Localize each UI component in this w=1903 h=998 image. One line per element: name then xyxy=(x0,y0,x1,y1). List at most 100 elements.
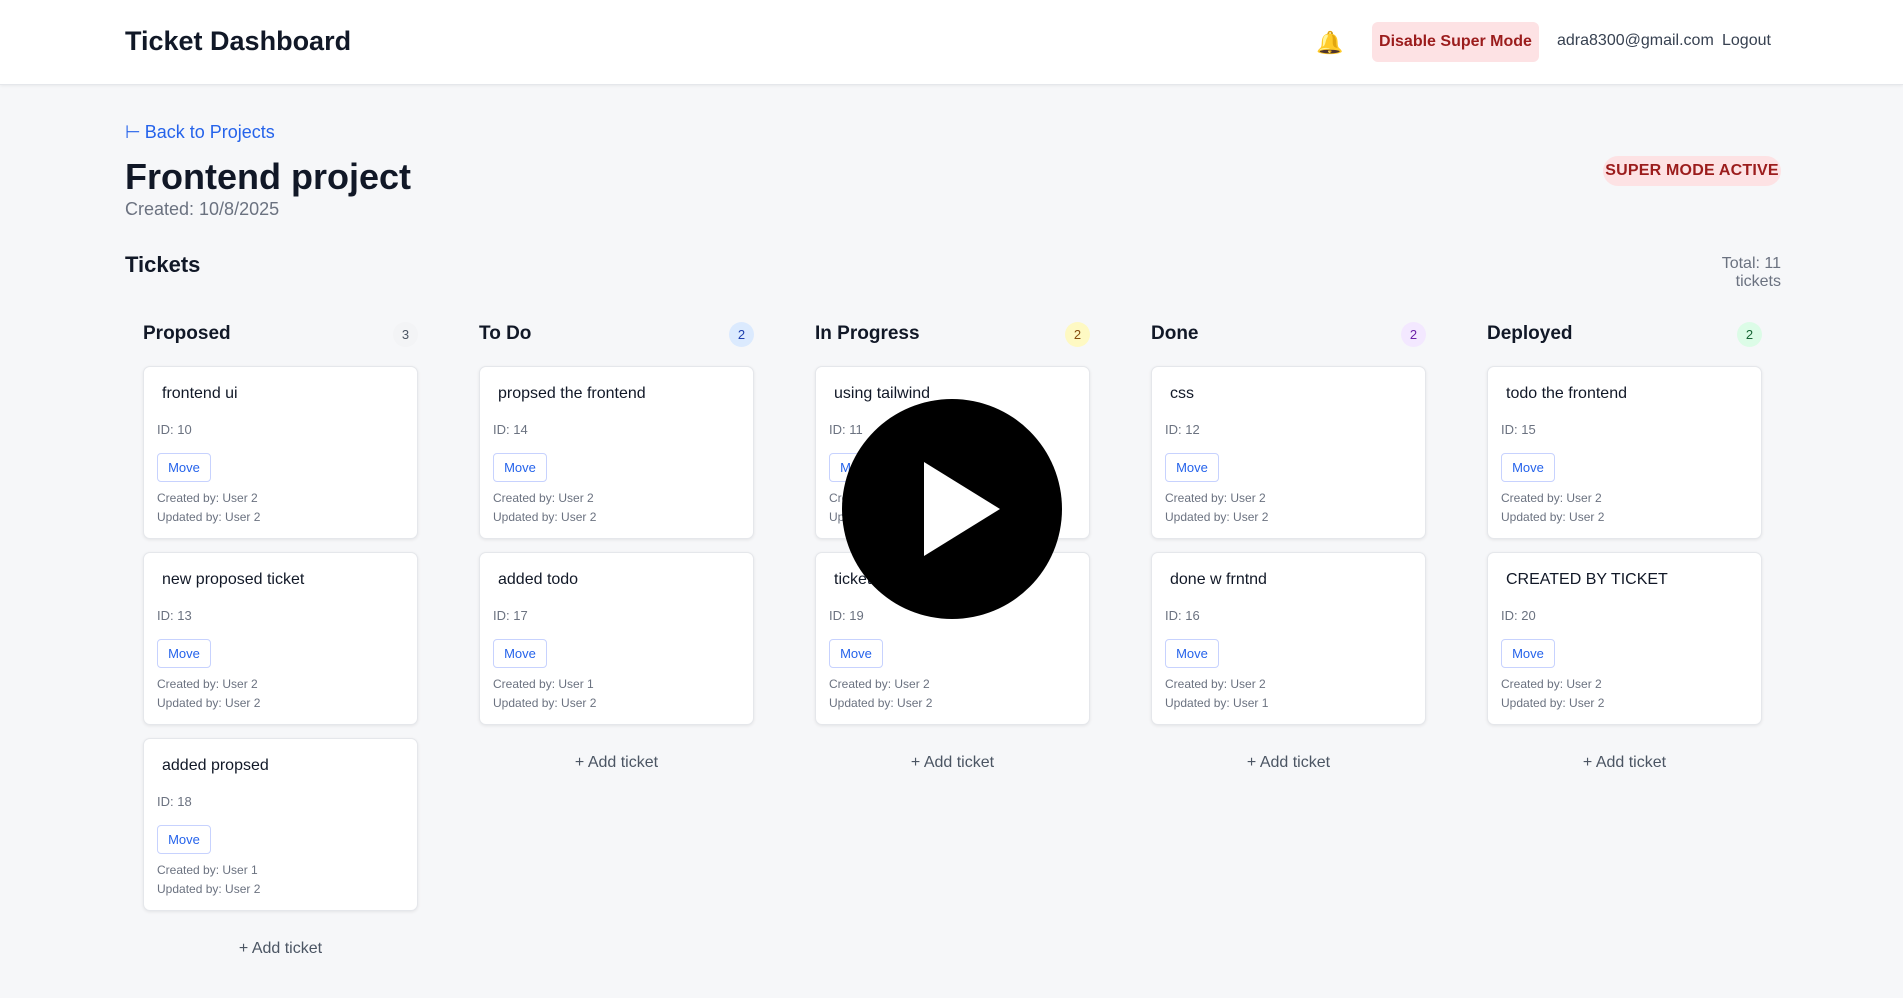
ticket-updated-by: Updated by: User 2 xyxy=(157,510,261,524)
ticket-id: ID: 17 xyxy=(493,608,528,623)
ticket-title: frontend ui xyxy=(162,385,238,402)
ticket-created-by: Created by: User 2 xyxy=(157,677,258,691)
move-button[interactable]: Move xyxy=(157,825,211,854)
ticket-created-by: Created by: User 1 xyxy=(157,863,258,877)
tickets-heading: Tickets xyxy=(125,252,201,277)
column-count-badge: 2 xyxy=(1401,322,1426,347)
ticket-created-by: Created by: User 2 xyxy=(829,677,930,691)
move-button[interactable]: Move xyxy=(829,639,883,668)
move-button[interactable]: Move xyxy=(1165,639,1219,668)
ticket-card[interactable]: new proposed ticket ID: 13 Move Created by:… xyxy=(143,552,418,725)
column-0: Proposed 3 frontend ui ID: 10 Move Created by… xyxy=(143,318,418,957)
ticket-title: added propsed xyxy=(162,757,269,774)
user-email: adra8300@gmail.com xyxy=(1557,32,1714,49)
ticket-created-by: Created by: User 2 xyxy=(1501,491,1602,505)
ticket-updated-by: Updated by: User 2 xyxy=(157,696,261,710)
ticket-card[interactable]: done w frntnd ID: 16 Move Created by: User … xyxy=(1151,552,1426,725)
column-count-badge: 2 xyxy=(729,322,754,347)
project-created-date: Created: 10/8/2025 xyxy=(125,199,280,219)
ticket-updated-by: Updated by: User 2 xyxy=(493,696,597,710)
ticket-updated-by: Updated by: User 2 xyxy=(1165,510,1269,524)
add-ticket-button[interactable]: + Add ticket xyxy=(1487,754,1762,772)
column-1: To Do 2 propsed the frontend ID: 14 Move Crea… xyxy=(479,318,754,771)
ticket-card[interactable]: todo the frontend ID: 15 Move Created by: U… xyxy=(1487,366,1762,539)
ticket-created-by: Created by: User 2 xyxy=(1165,491,1266,505)
column-header: To Do 2 xyxy=(479,318,754,354)
column-header: Proposed 3 xyxy=(143,318,418,354)
move-button[interactable]: Move xyxy=(157,453,211,482)
column-title: To Do xyxy=(479,323,532,344)
ticket-id: ID: 20 xyxy=(1501,608,1536,623)
ticket-title: css xyxy=(1170,385,1194,402)
ticket-id: ID: 11 xyxy=(829,422,863,437)
ticket-updated-by: Updated by: User 2 xyxy=(829,696,933,710)
ticket-created-by: Created by: User 2 xyxy=(1501,677,1602,691)
column-header: In Progress 2 xyxy=(815,318,1090,354)
ticket-card[interactable]: added propsed ID: 18 Move Created by: User … xyxy=(143,738,418,911)
top-navbar: Ticket Dashboard 🔔 Disable Super Mode ad… xyxy=(0,0,1903,85)
column-header: Deployed 2 xyxy=(1487,318,1762,354)
column-title: Done xyxy=(1151,323,1199,344)
move-button[interactable]: Move xyxy=(1501,639,1555,668)
ticket-title: using tailwind xyxy=(834,385,931,402)
add-ticket-button[interactable]: + Add ticket xyxy=(479,754,754,772)
move-button[interactable]: Move xyxy=(493,639,547,668)
ticket-id: ID: 15 xyxy=(1501,422,1536,437)
ticket-id: ID: 18 xyxy=(157,794,192,809)
ticket-title: done w frntnd xyxy=(1170,571,1267,588)
ticket-updated-by: Updated by: User 1 xyxy=(1165,696,1269,710)
move-button[interactable]: Move xyxy=(1165,453,1219,482)
ticket-created-by: Created by: User 1 xyxy=(493,677,594,691)
page: Ticket Dashboard 🔔 Disable Super Mode ad… xyxy=(0,0,1903,998)
ticket-id: ID: 10 xyxy=(157,422,192,437)
ticket-title: CREATED BY TICKET xyxy=(1506,571,1668,588)
logout-button[interactable]: Logout xyxy=(1722,32,1771,50)
move-button[interactable]: Move xyxy=(1501,453,1555,482)
ticket-card[interactable]: frontend ui ID: 10 Move Created by: User 2 U… xyxy=(143,366,418,539)
ticket-title: new proposed ticket xyxy=(162,571,305,588)
column-4: Deployed 2 todo the frontend ID: 15 Move Crea… xyxy=(1487,318,1762,771)
back-link-label: Back to Projects xyxy=(144,122,275,142)
add-ticket-button[interactable]: + Add ticket xyxy=(1151,754,1426,772)
column-2: In Progress 2 using tailwind ID: 11 Move Crea… xyxy=(815,318,1090,771)
ticket-id: ID: 14 xyxy=(493,422,528,437)
column-count-badge: 3 xyxy=(393,322,418,347)
super-mode-badge: SUPER MODE ACTIVE xyxy=(1603,156,1781,186)
ticket-title: added todo xyxy=(498,571,579,588)
back-arrow-icon: ⊢ xyxy=(125,122,141,142)
app-title: Ticket Dashboard xyxy=(125,26,352,56)
ticket-id: ID: 16 xyxy=(1165,608,1200,623)
ticket-id: ID: 19 xyxy=(829,608,864,623)
column-title: In Progress xyxy=(815,323,920,344)
ticket-created-by: Created by: User 2 xyxy=(157,491,258,505)
ticket-id: ID: 12 xyxy=(1165,422,1200,437)
bell-icon[interactable]: 🔔 xyxy=(1316,30,1343,56)
ticket-updated-by: Updated by: User 2 xyxy=(1501,510,1605,524)
column-title: Deployed xyxy=(1487,323,1573,344)
ticket-updated-by: Updated by: User 2 xyxy=(1501,696,1605,710)
column-header: Done 2 xyxy=(1151,318,1426,354)
column-3: Done 2 css ID: 12 Move Created by: User 2 Upda… xyxy=(1151,318,1426,771)
move-button[interactable]: Move xyxy=(493,453,547,482)
move-button[interactable]: Move xyxy=(157,639,211,668)
ticket-created-by: Created by: User 2 xyxy=(493,491,594,505)
back-to-projects-link[interactable]: ⊢ Back to Projects xyxy=(125,122,275,143)
column-title: Proposed xyxy=(143,323,231,344)
ticket-updated-by: Updated by: User 2 xyxy=(157,882,261,896)
play-triangle xyxy=(924,462,1000,556)
ticket-card[interactable]: CREATED BY TICKET ID: 20 Move Created by: U… xyxy=(1487,552,1762,725)
ticket-card[interactable]: added todo ID: 17 Move Created by: User 1 Up… xyxy=(479,552,754,725)
disable-super-mode-button[interactable]: Disable Super Mode xyxy=(1372,22,1539,62)
project-title: Frontend project xyxy=(125,156,411,197)
ticket-title: todo the frontend xyxy=(1506,385,1627,402)
ticket-card[interactable]: propsed the frontend ID: 14 Move Created by… xyxy=(479,366,754,539)
ticket-title: propsed the frontend xyxy=(498,385,646,402)
ticket-updated-by: Updated by: User 2 xyxy=(493,510,597,524)
ticket-created-by: Created by: User 2 xyxy=(1165,677,1266,691)
play-icon[interactable] xyxy=(842,399,1062,619)
ticket-card[interactable]: css ID: 12 Move Created by: User 2 Updated b… xyxy=(1151,366,1426,539)
add-ticket-button[interactable]: + Add ticket xyxy=(815,754,1090,772)
column-count-badge: 2 xyxy=(1065,322,1090,347)
add-ticket-button[interactable]: + Add ticket xyxy=(143,940,418,958)
tickets-total: Total: 11 tickets xyxy=(1721,255,1781,290)
